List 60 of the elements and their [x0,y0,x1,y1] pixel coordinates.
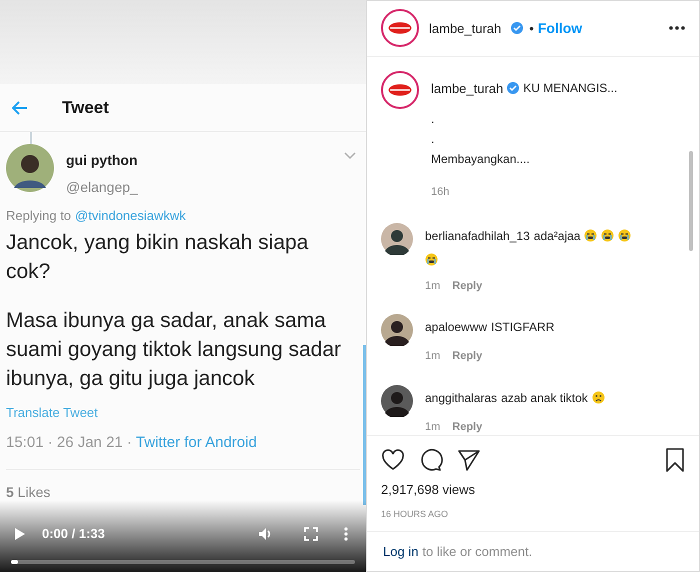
username[interactable]: lambe_turah [431,78,504,98]
frowning-face-icon [592,391,605,404]
fullscreen-icon [304,527,318,541]
crying-face-icon [425,252,438,266]
comment-time: 1m [425,349,440,364]
bookmark-icon[interactable] [665,448,685,472]
commenter-avatar [381,314,413,346]
source-link[interactable]: Twitter for Android [136,432,257,454]
login-prompt: to like or comment. [422,542,532,561]
share-icon[interactable] [457,449,481,472]
separator-dot: • [529,20,534,38]
comment-text: ISTIGFARR [491,319,554,336]
caption-line: . [431,131,436,148]
post-age: 16h [431,185,450,200]
translate-link[interactable]: Translate Tweet [6,402,360,422]
comment-text: azab anak tiktok [501,390,588,407]
lips-logo [381,9,419,48]
commenter-avatar [381,384,413,417]
comment-time: 1m [425,420,440,435]
tweet-text: Jancok, yang bikin naskah siapa cok? [6,230,310,284]
comment-text: ada²ajaa [534,228,580,245]
username[interactable]: lambe_turah [429,18,502,38]
play-icon [14,527,26,541]
mention-link[interactable]: @tvindonesiawkwk [75,206,186,226]
tweet-title: Tweet [62,96,109,119]
crying-face-icon [618,229,632,242]
post-time: 16 HOURS AGO [381,508,450,521]
caption-line: . [431,111,436,128]
chevron-down-icon [344,152,356,160]
author-handle: @elangep_ [66,178,139,197]
likes-count: 5 Likes [6,482,52,502]
view-count: 2,917,698 views [381,481,476,500]
video-time: 0:00 / 1:33 [42,525,105,544]
follow-button[interactable]: Follow [538,18,582,39]
crying-face-icon [601,229,614,242]
commenter-avatar [381,222,413,255]
reply-button[interactable]: Reply [452,418,482,436]
reply-button[interactable]: Reply [452,348,482,365]
crying-face-icon [584,229,598,242]
reply-button[interactable]: Reply [452,278,482,294]
replying-label: Replying to [6,207,72,225]
caption-text: KU MENANGIS... [523,80,618,98]
tweet-text: Masa ibunya ga sadar, anak sama suami goyang tiktok langsung sadar ibunya, ga gitu juga jancok [6,308,342,392]
caption-line: Membayangkan.... [431,151,531,168]
author-name: gui python [66,151,139,170]
comment-time: 1m [425,278,440,294]
thread-line [30,132,32,144]
comment-username[interactable]: berlianafadhilah_13 [425,226,530,245]
tweet-timestamp: 15:01 · 26 Jan 21 · [6,433,132,453]
scrollbar-thumb[interactable] [689,150,693,251]
avatar [6,144,54,192]
heart-icon[interactable] [381,449,405,472]
comment-icon[interactable] [419,448,443,472]
comment-username[interactable]: anggithalaras [425,388,498,407]
comment-username[interactable]: apaloewww [425,318,488,336]
login-link[interactable]: Log in [383,542,418,562]
lips-logo [381,70,419,109]
back-arrow-icon[interactable] [12,100,28,114]
more-options-icon [344,527,348,541]
more-options-icon [669,26,685,30]
